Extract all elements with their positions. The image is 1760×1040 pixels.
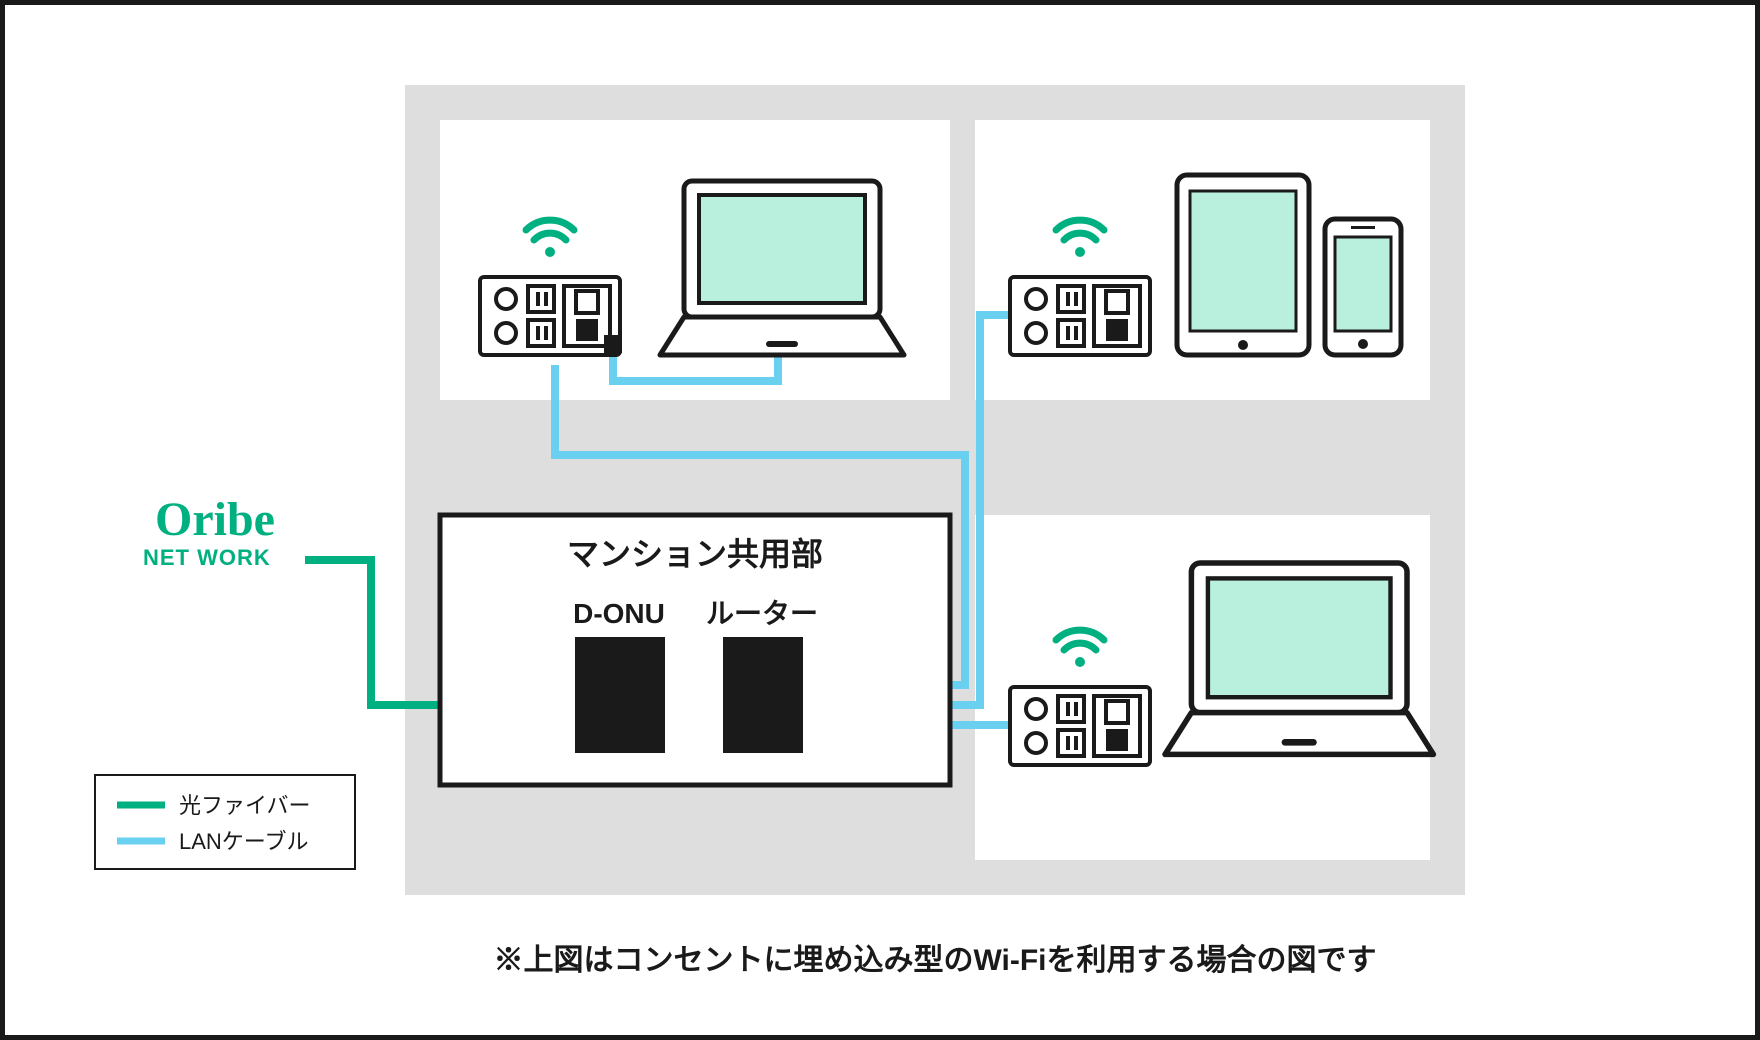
smartphone-icon [1325, 219, 1401, 355]
legend-fiber-label: 光ファイバー [179, 793, 311, 818]
oribe-logo: Oribe NET WORK [143, 493, 275, 570]
legend-lan-label: LANケーブル [179, 829, 308, 854]
logo-brand: Oribe [155, 493, 275, 546]
wall-outlet-icon [1010, 277, 1150, 355]
shared-title: マンション共用部 [567, 536, 823, 572]
logo-sub: NET WORK [143, 545, 271, 570]
wall-outlet-icon [1010, 687, 1150, 765]
laptop-icon [660, 181, 904, 355]
donu-label: D-ONU [573, 598, 665, 629]
donu-box [575, 637, 665, 753]
laptop-icon [1165, 563, 1433, 754]
tablet-icon [1177, 175, 1309, 355]
shared-section: マンション共用部 D-ONU ルーター [440, 515, 950, 785]
router-box [723, 637, 803, 753]
wall-outlet-icon [480, 277, 620, 355]
diagram-frame: マンション共用部 D-ONU ルーター [0, 0, 1760, 1040]
footnote-text: ※上図はコンセントに埋め込み型のWi-Fiを利用する場合の図です [493, 943, 1376, 977]
legend-box: 光ファイバー LANケーブル [95, 775, 355, 869]
router-label: ルーター [706, 598, 818, 629]
